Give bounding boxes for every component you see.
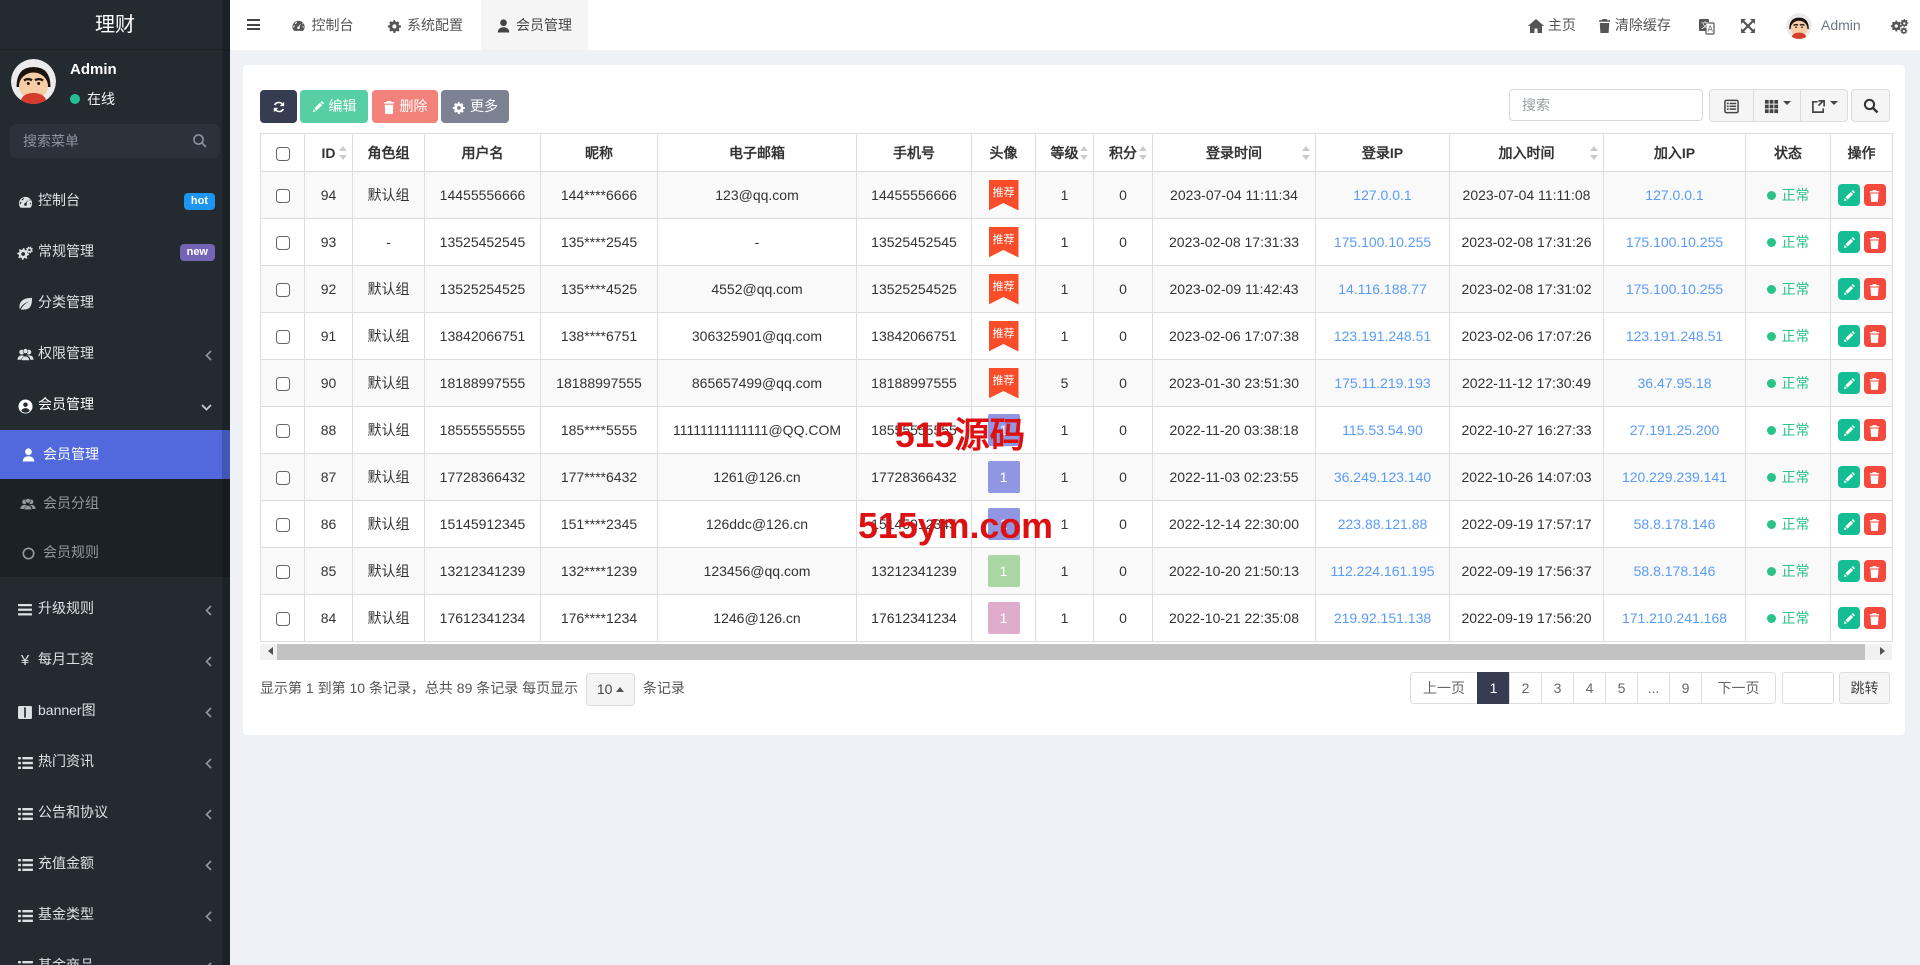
svg-text:A: A bbox=[1708, 24, 1714, 33]
